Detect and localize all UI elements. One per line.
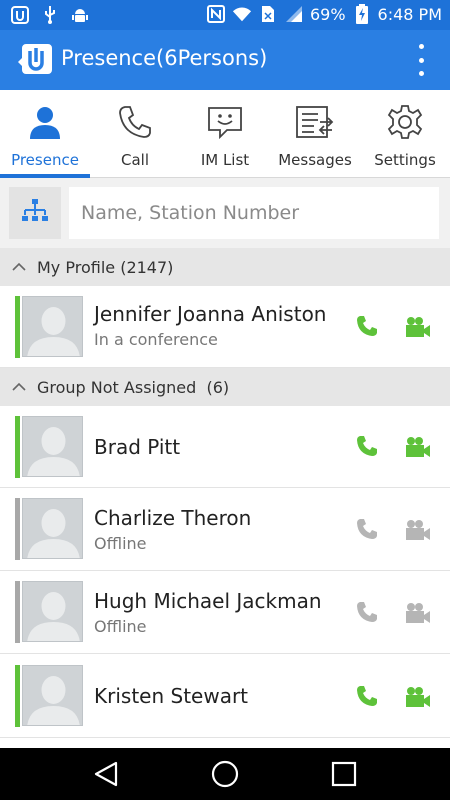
status-bar: 69% 6:48 PM [0,0,450,30]
tab-call[interactable]: Call [90,90,180,178]
contact-row[interactable]: Brad Pitt [0,406,450,488]
tab-im-list[interactable]: IM List [180,90,270,178]
avatar [22,581,83,642]
contact-status: In a conference [94,330,218,349]
tab-bar: Presence Call IM List Messages Settings [0,90,450,178]
system-nav-bar [0,748,450,800]
contact-status: Offline [94,617,147,636]
section-label: Group Not Assigned (6) [37,377,230,397]
chevron-up-icon [10,378,28,396]
sim-icon [258,4,278,24]
contact-status: Offline [94,534,147,553]
back-icon[interactable] [90,758,122,790]
tab-label: Settings [374,151,436,169]
gear-icon [385,102,425,142]
app-logo-icon [18,42,54,78]
section-header-my-profile[interactable]: My Profile (2147) [0,248,450,286]
phone-call-icon[interactable] [356,685,380,709]
avatar [22,498,83,559]
tab-settings[interactable]: Settings [360,90,450,178]
phone-icon [115,102,155,142]
video-call-icon[interactable] [405,316,431,338]
contact-row[interactable]: Kristen Stewart [0,654,450,738]
phone-call-icon[interactable] [356,315,380,339]
contact-name: Brad Pitt [94,435,181,459]
video-call-icon[interactable] [405,519,431,541]
messages-icon [295,102,335,142]
contact-row[interactable]: Hugh Michael Jackman Offline [0,571,450,654]
page-title: Presence(6Persons) [61,46,268,70]
tab-presence[interactable]: Presence [0,90,90,178]
contact-name: Jennifer Joanna Aniston [94,302,327,326]
person-icon [25,102,65,142]
presence-indicator [15,296,20,358]
video-call-icon[interactable] [405,686,431,708]
org-chart-icon [21,198,49,228]
tab-messages[interactable]: Messages [270,90,360,178]
usb-icon [40,5,60,25]
recents-icon[interactable] [328,758,360,790]
clock: 6:48 PM [377,4,442,24]
app-notification-icon [10,5,30,25]
contact-name: Charlize Theron [94,506,252,530]
contact-row[interactable]: Charlize Theron Offline [0,488,450,571]
presence-indicator [15,498,20,560]
tab-label: Call [120,151,149,169]
android-debug-icon [70,5,90,25]
avatar [22,296,83,357]
chevron-up-icon [10,258,28,276]
overflow-menu-icon[interactable] [416,44,426,76]
nfc-icon [206,4,226,24]
phone-call-icon[interactable] [356,601,380,625]
presence-indicator [15,665,20,727]
video-call-icon[interactable] [405,436,431,458]
contact-row[interactable]: Jennifer Joanna Aniston In a conference [0,286,450,368]
presence-indicator [15,416,20,478]
presence-indicator [15,581,20,643]
search-input[interactable] [69,187,439,239]
video-call-icon[interactable] [405,602,431,624]
contact-name: Hugh Michael Jackman [94,589,322,613]
wifi-icon [232,4,252,24]
tab-label: IM List [200,151,250,169]
section-label: My Profile (2147) [37,257,174,277]
avatar [22,665,83,726]
tab-label: Messages [278,151,352,169]
org-chart-button[interactable] [9,187,61,239]
app-bar: Presence(6Persons) [0,30,450,90]
home-icon[interactable] [209,758,241,790]
chat-icon [205,102,245,142]
contact-name: Kristen Stewart [94,684,249,708]
tab-label: Presence [11,151,79,169]
section-header-group-not-assigned[interactable]: Group Not Assigned (6) [0,368,450,406]
avatar [22,416,83,477]
battery-charging-icon [352,4,372,24]
battery-percent: 69% [309,4,346,24]
phone-call-icon[interactable] [356,435,380,459]
signal-icon [284,4,304,24]
search-bar [0,178,450,248]
phone-call-icon[interactable] [356,518,380,542]
